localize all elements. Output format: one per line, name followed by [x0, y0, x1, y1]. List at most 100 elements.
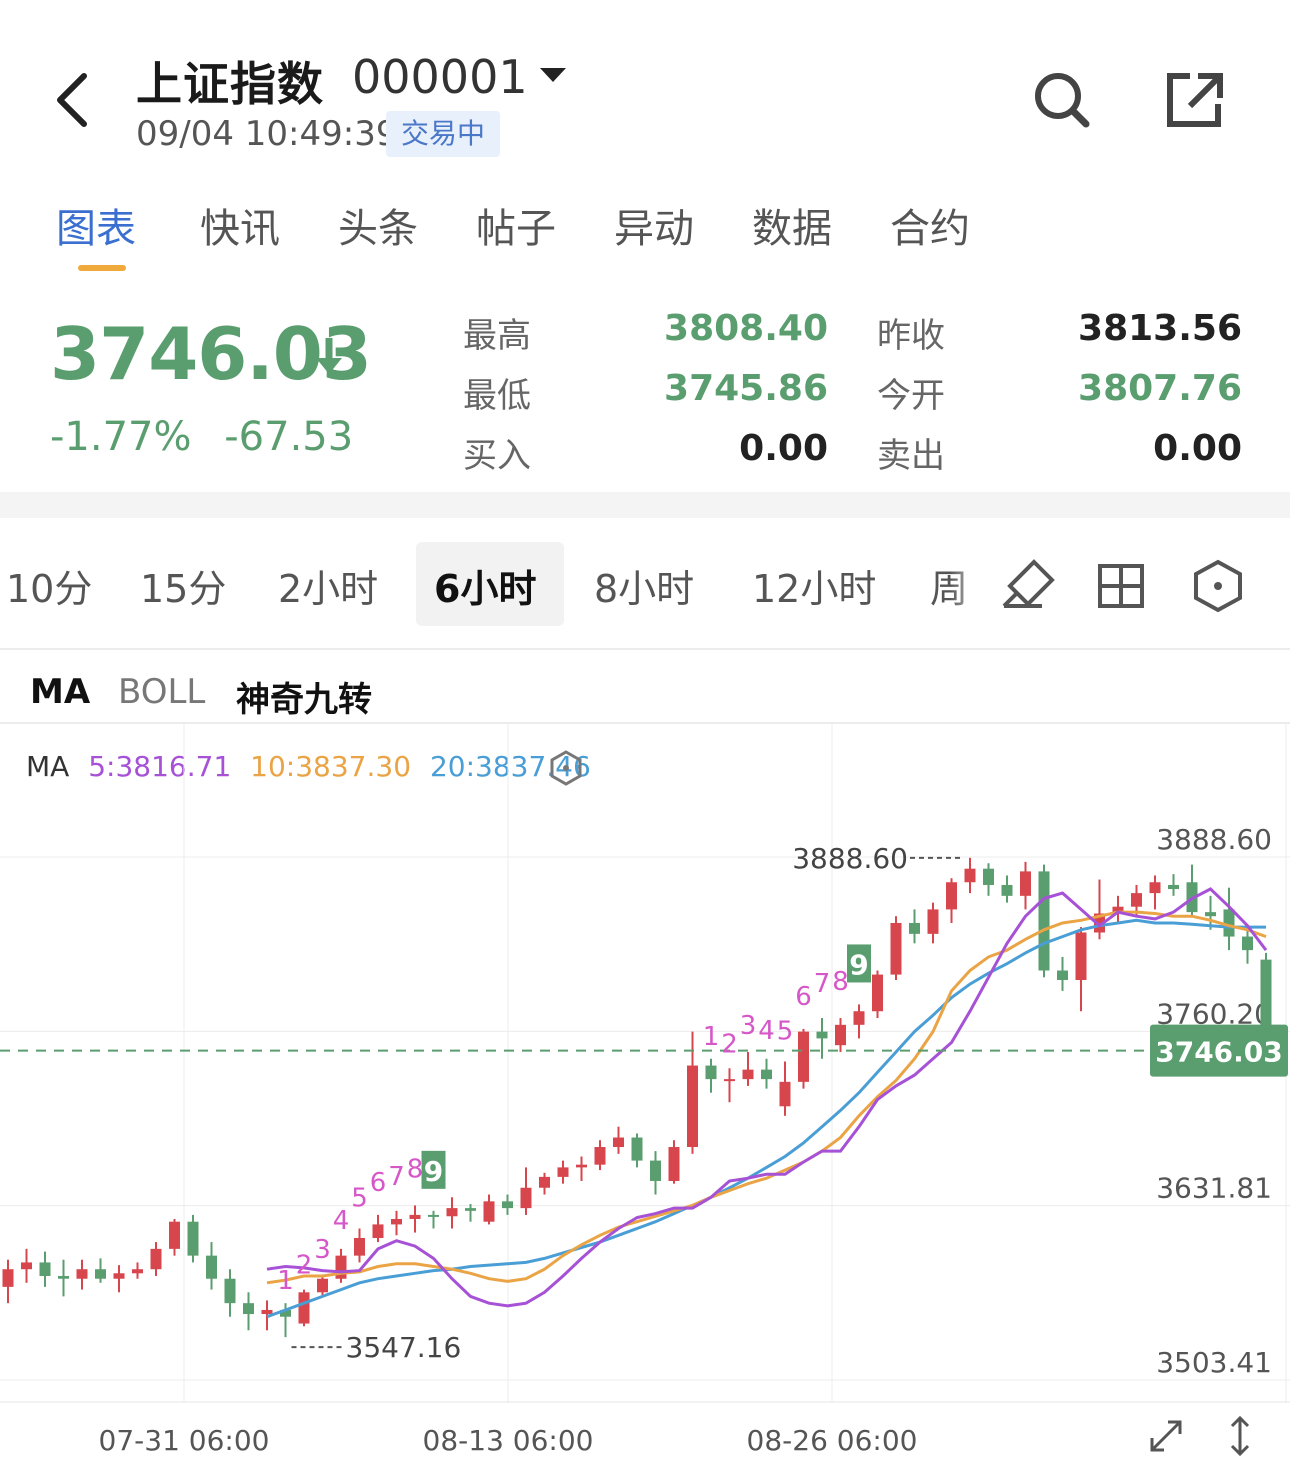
candle-body: [539, 1176, 550, 1188]
candle-body: [1205, 912, 1216, 917]
period-divider: [0, 648, 1290, 650]
tab-alerts[interactable]: 异动: [614, 196, 694, 254]
period-2h[interactable]: 2小时: [278, 558, 378, 613]
nine-turn-2-label: 6: [795, 982, 812, 1012]
low-label: 最低: [463, 376, 531, 416]
prev-close-value: 3813.56: [1078, 308, 1242, 349]
candle-body: [668, 1147, 680, 1181]
nine-turn-1-label: 6: [370, 1168, 387, 1198]
quote-datetime: 09/04 10:49:39: [136, 114, 398, 154]
candle-body: [983, 868, 994, 885]
draw-tool-button[interactable]: [998, 556, 1058, 616]
candle-body: [705, 1065, 717, 1080]
candle-body: [631, 1137, 643, 1161]
candle-body: [261, 1309, 273, 1315]
candle-body: [761, 1069, 772, 1080]
period-scroll-fade: [950, 544, 990, 624]
period-10m[interactable]: 10分: [6, 558, 92, 613]
candlestick-chart: 3888.603760.203631.813503.4107-31 06:00 0…: [0, 724, 1290, 1457]
nine-turn-2-label: 9: [849, 948, 868, 981]
period-selector: 10分 15分 2小时 6小时 8小时 12小时 周: [0, 530, 1290, 638]
candle-body: [1131, 893, 1142, 907]
tab-chart[interactable]: 图表: [56, 196, 136, 254]
index-name: 上证指数: [136, 57, 324, 111]
indicator-nine-turn[interactable]: 神奇九转: [236, 672, 372, 721]
candle-body: [1223, 909, 1235, 937]
chart-settings-button[interactable]: [1188, 556, 1248, 616]
nine-turn-1-label: 8: [407, 1154, 424, 1184]
x-tick-label: 08-26 06:00: [747, 1424, 918, 1457]
candle-body: [557, 1167, 569, 1177]
candle-body: [372, 1224, 384, 1238]
candle-body: [187, 1221, 199, 1256]
kline-chart-panel[interactable]: MA 5:3816.71 10:3837.30 20:3837.46 3888.…: [0, 724, 1290, 1470]
candle-body: [872, 974, 883, 1012]
search-button[interactable]: [1026, 66, 1096, 136]
candle-body: [1001, 884, 1013, 896]
period-12h[interactable]: 12小时: [752, 558, 876, 613]
period-6h[interactable]: 6小时: [434, 558, 536, 613]
period-8h[interactable]: 8小时: [594, 558, 694, 613]
tab-data[interactable]: 数据: [752, 196, 832, 254]
indicator-boll[interactable]: BOLL: [118, 672, 205, 712]
tab-posts[interactable]: 帖子: [476, 196, 556, 254]
candle-body: [613, 1137, 624, 1148]
candle-body: [1242, 936, 1253, 951]
fullscreen-icon[interactable]: [1144, 1414, 1188, 1458]
period-15m[interactable]: 15分: [140, 558, 226, 613]
candle-body: [1057, 970, 1068, 981]
candle-body: [576, 1164, 587, 1168]
candle-body: [317, 1278, 328, 1293]
vertical-scale-icon[interactable]: [1218, 1414, 1262, 1458]
high-marker-label: 3888.60: [792, 842, 908, 875]
settings-hexagon-icon: [1194, 559, 1242, 613]
bid-label: 买入: [463, 436, 531, 476]
pen-icon: [1002, 559, 1055, 608]
candle-body: [58, 1276, 69, 1279]
low-marker-label: 3547.16: [346, 1331, 462, 1364]
quote-panel: 3746.03 -1.77% -67.53 最高 3808.40 最低 3745…: [0, 296, 1290, 492]
candle-body: [779, 1081, 791, 1107]
tab-active-indicator: [78, 265, 126, 271]
candle-body: [1020, 871, 1031, 896]
candle-body: [2, 1269, 14, 1287]
ma5-line: [266, 887, 1268, 1308]
price-change: -1.77% -67.53: [50, 414, 353, 460]
layout-button[interactable]: [1092, 556, 1152, 616]
candle-body: [1075, 932, 1087, 981]
nine-turn-2-label: 4: [758, 1016, 775, 1046]
nine-turn-2-label: 3: [740, 1011, 757, 1041]
candle-body: [224, 1278, 236, 1304]
grid-icon: [1098, 564, 1144, 608]
ask-value: 0.00: [1153, 428, 1242, 469]
high-value: 3808.40: [664, 308, 828, 349]
candle-body: [1149, 882, 1161, 894]
tab-headlines[interactable]: 头条: [338, 196, 418, 254]
last-price-tag-text: 3746.03: [1155, 1036, 1283, 1069]
x-tick-label: 08-13 06:00: [423, 1424, 594, 1457]
tab-flash[interactable]: 快讯: [200, 196, 280, 254]
indicator-ma[interactable]: MA: [30, 672, 90, 712]
back-button[interactable]: [40, 60, 110, 140]
nine-turn-2-label: 7: [814, 969, 831, 999]
candle-body: [946, 882, 957, 910]
candle-body: [687, 1065, 698, 1148]
nine-turn-1-label: 1: [277, 1266, 294, 1296]
open-value: 3807.76: [1078, 368, 1242, 409]
candle-body: [1038, 871, 1050, 971]
chevron-down-icon[interactable]: [540, 68, 566, 82]
indicator-selector: MA BOLL 神奇九转: [0, 652, 1290, 722]
tab-contracts[interactable]: 合约: [890, 196, 970, 254]
share-button[interactable]: [1160, 66, 1230, 136]
candle-body: [391, 1218, 402, 1225]
candle-body: [113, 1273, 125, 1279]
ask-label: 卖出: [877, 436, 945, 476]
back-arrow-icon: [57, 73, 87, 127]
index-code[interactable]: 000001: [352, 50, 528, 104]
candle-body: [95, 1269, 106, 1279]
open-label: 今开: [877, 376, 945, 416]
candle-body: [243, 1303, 254, 1315]
candle-body: [890, 922, 902, 975]
candle-body: [132, 1269, 143, 1274]
candle-body: [742, 1069, 754, 1080]
